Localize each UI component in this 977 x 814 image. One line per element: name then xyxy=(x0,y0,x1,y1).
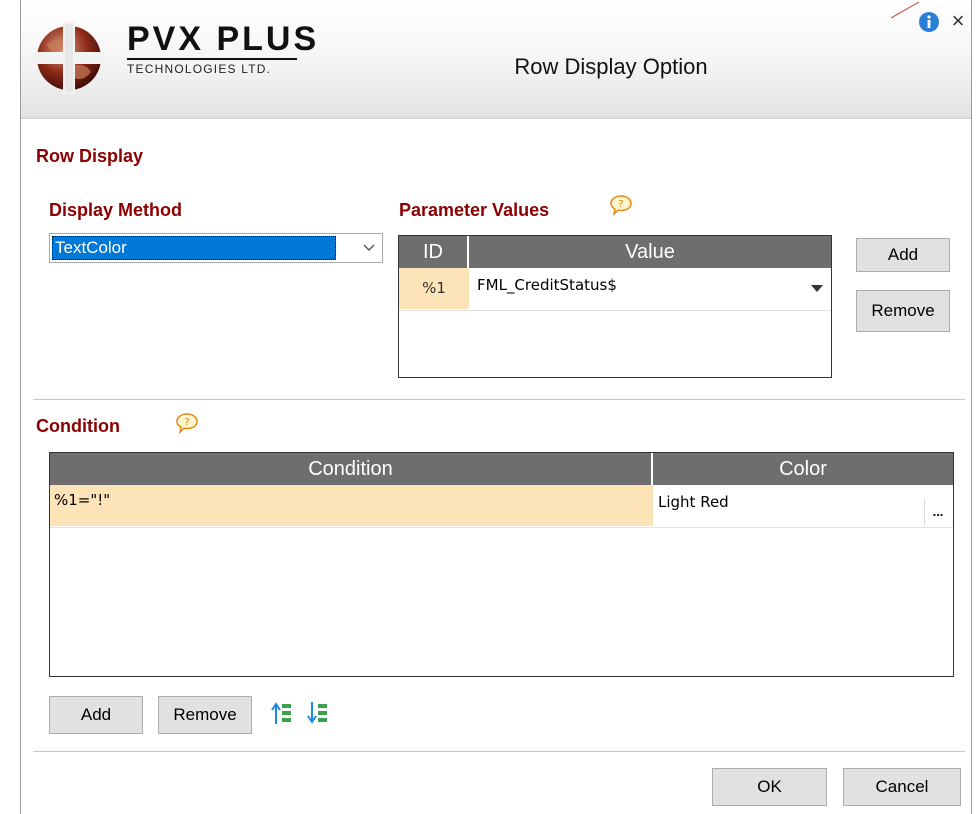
param-id-cell: %1 xyxy=(399,268,469,309)
param-add-button[interactable]: Add xyxy=(856,238,950,272)
condition-remove-button[interactable]: Remove xyxy=(158,696,252,734)
ok-button[interactable]: OK xyxy=(712,768,827,806)
row-display-section-title: Row Display xyxy=(36,146,144,166)
param-column-id: ID xyxy=(399,236,469,268)
svg-text:?: ? xyxy=(184,417,189,428)
param-value-cell[interactable]: FML_CreditStatus$ xyxy=(477,276,617,298)
table-row[interactable]: %1 FML_CreditStatus$ xyxy=(399,268,831,311)
dropdown-arrow-icon[interactable] xyxy=(811,285,823,293)
cancel-button[interactable]: Cancel xyxy=(843,768,961,806)
divider xyxy=(33,399,965,400)
parameter-values-grid: ID Value %1 FML_CreditStatus$ xyxy=(398,235,832,378)
info-icon[interactable] xyxy=(918,11,940,33)
display-method-select[interactable]: TextColor xyxy=(49,233,383,263)
table-row[interactable]: %1="!" Light Red ... xyxy=(50,485,953,528)
logo-wordmark: PVX PLUS xyxy=(127,20,320,58)
condition-cell[interactable]: %1="!" xyxy=(50,485,653,526)
help-bubble-icon[interactable]: ? xyxy=(175,412,199,434)
param-remove-button[interactable]: Remove xyxy=(856,290,950,332)
move-down-icon[interactable] xyxy=(307,700,329,726)
parameter-values-label: Parameter Values xyxy=(399,200,550,220)
help-bubble-icon[interactable]: ? xyxy=(609,194,633,216)
color-picker-button[interactable]: ... xyxy=(924,499,951,525)
condition-column-header: Condition xyxy=(50,453,653,485)
dialog-header: PVX PLUS TECHNOLOGIES LTD. Row Display O… xyxy=(21,0,971,119)
condition-section-title: Condition xyxy=(36,416,120,436)
globe-logo-icon xyxy=(33,22,105,94)
param-column-value: Value xyxy=(469,236,831,268)
corner-decoration xyxy=(891,1,920,19)
logo-underline xyxy=(127,58,297,60)
dialog-title: Row Display Option xyxy=(514,54,708,79)
close-icon[interactable]: × xyxy=(946,7,970,35)
display-method-value: TextColor xyxy=(52,236,336,260)
row-display-option-dialog: PVX PLUS TECHNOLOGIES LTD. Row Display O… xyxy=(20,0,972,814)
color-cell[interactable]: Light Red xyxy=(658,493,729,515)
logo-subtitle: TECHNOLOGIES LTD. xyxy=(127,62,272,76)
chevron-down-icon xyxy=(363,244,375,251)
svg-text:?: ? xyxy=(618,199,623,210)
display-method-label: Display Method xyxy=(49,200,183,220)
condition-grid: Condition Color %1="!" Light Red ... xyxy=(49,452,954,677)
move-up-icon[interactable] xyxy=(271,700,293,726)
condition-add-button[interactable]: Add xyxy=(49,696,143,734)
color-column-header: Color xyxy=(653,453,953,485)
divider xyxy=(33,751,965,752)
